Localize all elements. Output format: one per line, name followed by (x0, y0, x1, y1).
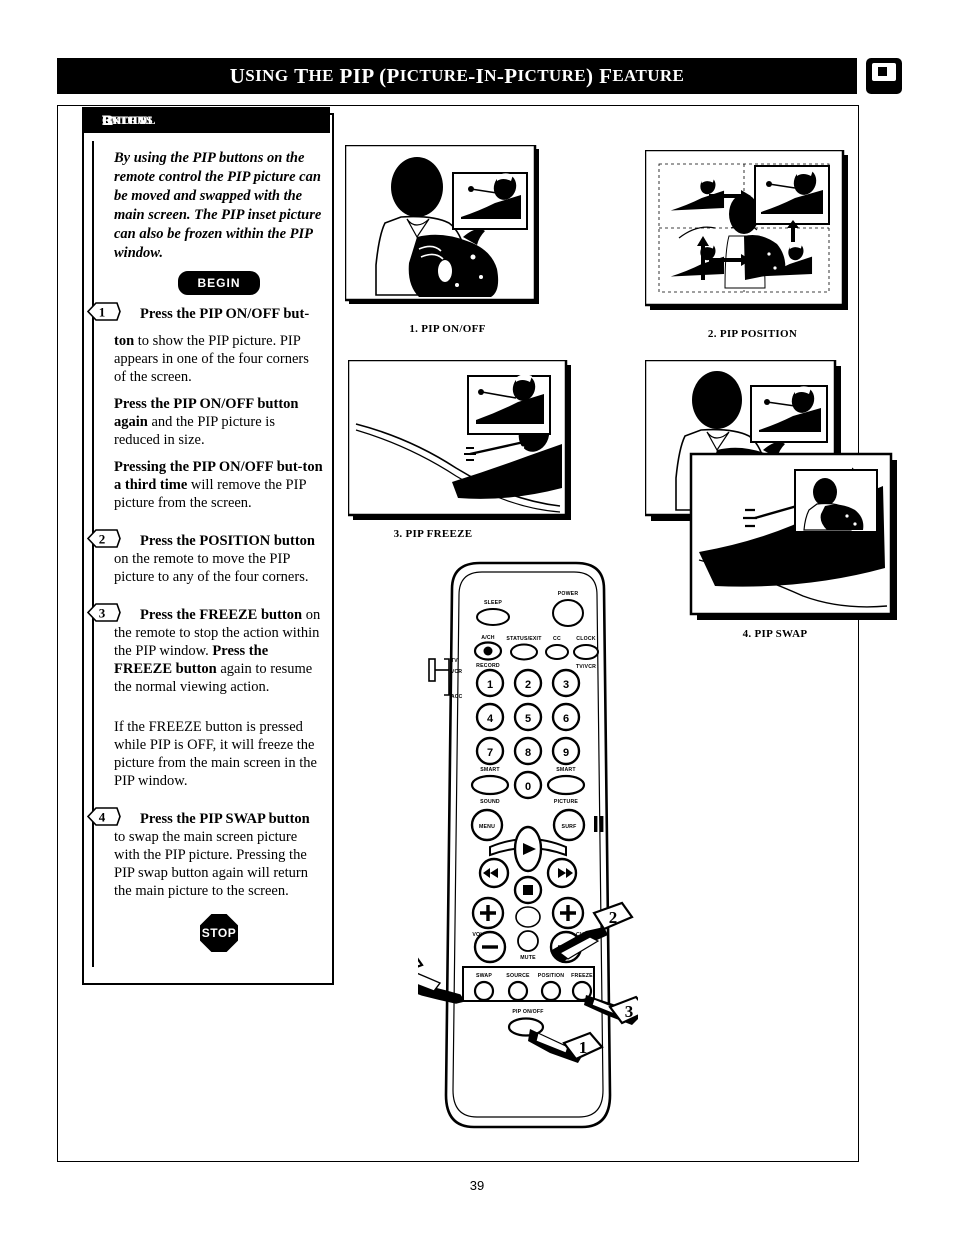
step-1-paragraph-3: Press the PIP ON/OFF button again and th… (114, 396, 299, 448)
svg-text:2: 2 (525, 679, 531, 691)
svg-text:1: 1 (487, 679, 493, 691)
figure-3-caption: 3. PIP FREEZE (393, 528, 473, 540)
figure-1: 1. PIP ON/OFF (345, 145, 550, 345)
step-3: 3 Press the FREEZE button on the remote … (87, 603, 324, 696)
figure-2-illustration (645, 150, 848, 310)
smart-picture-top-label: SMART (556, 767, 576, 773)
svg-text:4: 4 (487, 713, 494, 725)
step-4-paragraph-1: Press the PIP SWAP button to swap the ma… (114, 811, 310, 899)
cc-button (545, 644, 569, 660)
status-exit-button (510, 643, 538, 661)
step-4-number-marker: 4 (87, 807, 121, 826)
tv-icon (866, 58, 902, 94)
page-title-bar: U SING T HE PIP (P ICTURE -I N -P ICTURE) F EATU… (57, 58, 857, 94)
svg-text:2: 2 (609, 908, 618, 927)
sleep-label: SLEEP (484, 600, 502, 606)
stop-badge: STOP (200, 914, 238, 952)
freeze-label: FREEZE (571, 973, 593, 979)
status-exit-label: STATUS/EXIT (506, 636, 542, 642)
svg-text:3: 3 (625, 1002, 634, 1021)
power-button (552, 599, 584, 627)
record-label: RECORD (476, 663, 500, 669)
page-title: U SING T HE PIP (P ICTURE -I N -P ICTURE) F EATU… (229, 63, 685, 88)
smart-sound-label: SOUND (480, 799, 500, 805)
svg-text:1: 1 (579, 1038, 588, 1057)
power-label: POWER (558, 591, 579, 597)
remote-control-svg: POWER SLEEP A/CH RECORD STATUS/EXIT CC C… (382, 561, 650, 1129)
tv-icon-dot (878, 67, 887, 76)
surf-label: SURF (562, 824, 577, 830)
intro-paragraph: By using the PIP buttons on the remote c… (114, 150, 322, 261)
clock-label: CLOCK (576, 636, 595, 642)
svg-text:1: 1 (99, 305, 106, 320)
mute-label: MUTE (520, 955, 536, 961)
step-4: 4 Press the PIP SWAP button to swap the … (87, 807, 324, 900)
sleep-button (476, 608, 510, 626)
callout-4: 4 (382, 949, 424, 977)
mode-tv-label: TV (451, 658, 458, 664)
step-1-paragraph-2: ton to show the PIP picture. PIP appears… (114, 333, 309, 385)
smart-sound-button (470, 774, 510, 796)
manual-page: U SING T HE PIP (P ICTURE -I N -P ICTURE) F EATU… (0, 0, 954, 1240)
cc-label: CC (553, 636, 561, 642)
begin-badge: BEGIN (178, 271, 260, 295)
step-3-number-marker: 3 (87, 603, 121, 622)
smart-sound-top-label: SMART (480, 767, 500, 773)
svg-text:3: 3 (563, 679, 569, 691)
position-button (540, 980, 562, 1002)
tv-vcr-label: TV/VCR (576, 664, 596, 670)
mute-button (517, 930, 539, 952)
page-number: 39 (469, 1178, 485, 1193)
clock-button (573, 644, 599, 660)
svg-text:0: 0 (525, 781, 531, 793)
step-1-paragraph-1: Press the PIP ON/OFF but- (140, 306, 310, 322)
svg-text:8: 8 (525, 747, 531, 759)
svg-text:7: 7 (487, 747, 493, 759)
sidebar-vertical-rule (92, 141, 94, 967)
stop-badge-wrap: STOP (114, 914, 324, 952)
stop-icon (523, 885, 533, 895)
svg-text:6: 6 (563, 713, 569, 725)
mode-vcr-label: VCR (451, 669, 462, 675)
sidebar-content: By using the PIP buttons on the remote c… (87, 149, 324, 952)
step-2-number-marker: 2 (87, 529, 121, 548)
svg-text:5: 5 (525, 713, 531, 725)
figure-3: 3. PIP FREEZE (348, 360, 578, 545)
figure-3-illustration (348, 360, 571, 520)
step-1: 1 Press the PIP ON/OFF but- ton to show … (87, 302, 324, 512)
remote-control-illustration: POWER SLEEP A/CH RECORD STATUS/EXIT CC C… (382, 555, 650, 1155)
svg-text:2: 2 (99, 532, 106, 547)
source-label: SOURCE (506, 973, 530, 979)
mode-acc-label: ACC (451, 694, 463, 700)
figure-4: 4. PIP SWAP (645, 360, 905, 645)
figure-1-illustration (345, 145, 539, 304)
smart-picture-button (546, 774, 586, 796)
smart-picture-label: PICTURE (554, 799, 579, 805)
sidebar-header-tab: R EMOTE C ONTROL B UTTONS (82, 107, 330, 133)
a-ch-label: A/CH (481, 635, 495, 641)
svg-text:9: 9 (563, 747, 569, 759)
figure-2-caption: 2. PIP POSITION (707, 328, 798, 340)
step-2: 2 Press the POSITION button on the remot… (87, 529, 324, 586)
figure-1-caption: 1. PIP ON/OFF (409, 323, 486, 335)
position-label: POSITION (538, 973, 564, 979)
step-2-paragraph-1: Press the POSITION button on the remote … (114, 533, 315, 585)
sidebar-panel: By using the PIP buttons on the remote c… (82, 113, 334, 985)
pip-onoff-label: PIP ON/OFF (512, 1009, 543, 1015)
figure-2: 2. PIP POSITION (645, 150, 860, 345)
swap-label: SWAP (476, 973, 492, 979)
figure-4-illustration (645, 360, 897, 620)
menu-label: MENU (479, 824, 495, 830)
freeze-note: If the FREEZE button is pressed while PI… (114, 719, 317, 789)
swap-button (473, 980, 495, 1002)
svg-text:4: 4 (99, 810, 106, 825)
step-3-paragraph-1: Press the FREEZE button on the remote to… (114, 607, 321, 695)
svg-text:3: 3 (99, 606, 106, 621)
step-1-paragraph-4: Pressing the PIP ON/OFF but-ton a third … (114, 459, 323, 511)
source-button (507, 980, 529, 1002)
figure-4-caption: 4. PIP SWAP (742, 628, 808, 640)
step-1-number-marker: 1 (87, 302, 121, 321)
